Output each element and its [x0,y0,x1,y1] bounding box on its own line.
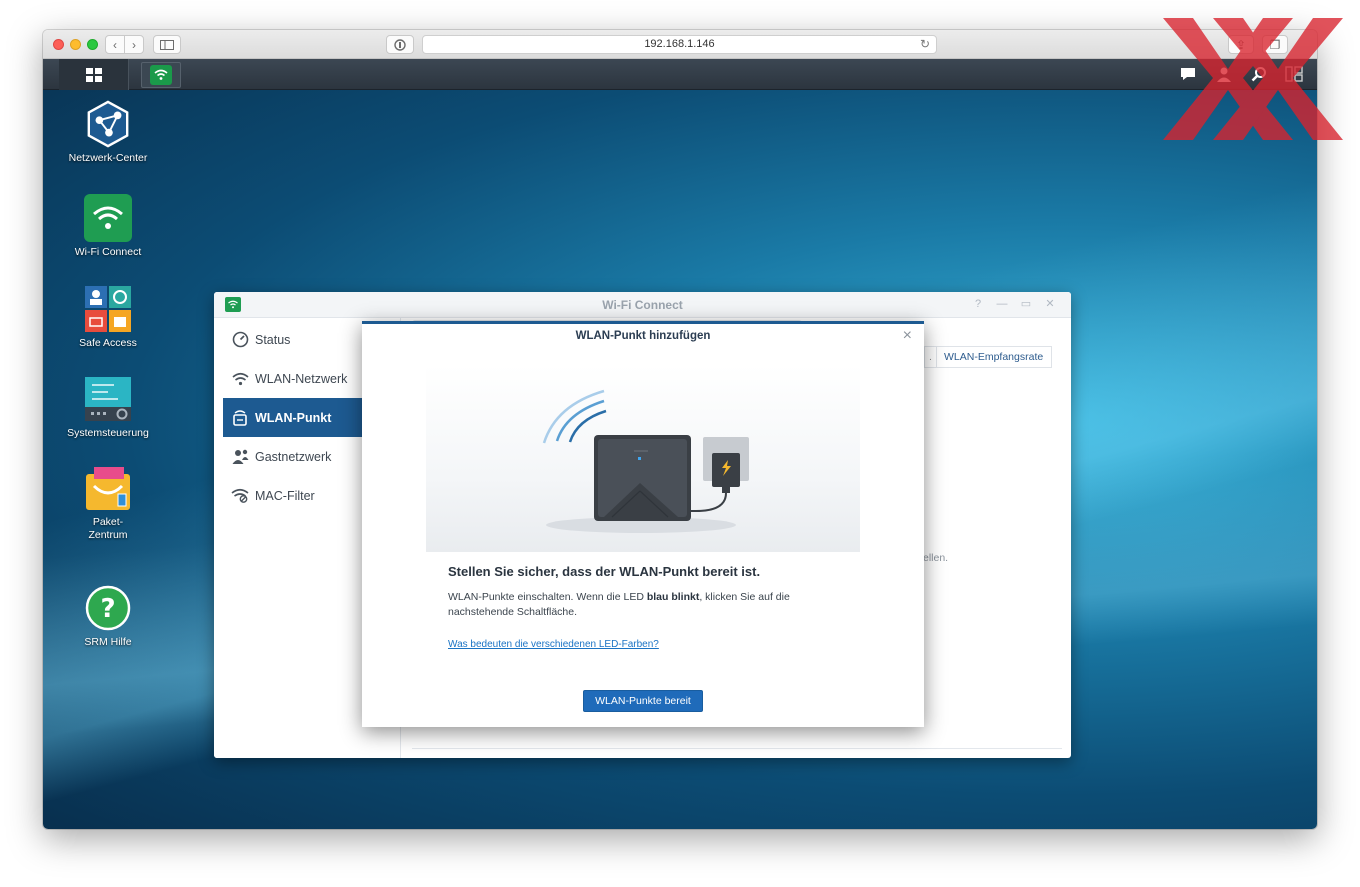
dialog-title: WLAN-Punkt hinzufügen [575,330,711,342]
table-column-header[interactable]: WLAN-Empfangsrate [937,346,1052,368]
add-access-point-dialog: WLAN-Punkt hinzufügen × Stellen Sie sich… [362,321,924,727]
access-point-illustration [426,365,860,552]
dsm-taskbar [43,59,1317,90]
chevron-left-icon: ‹ [113,37,117,52]
sidebar-icon [160,39,174,50]
reload-icon[interactable]: ↻ [920,36,930,53]
question-icon: ? [974,298,982,310]
dialog-close-button[interactable]: × [903,327,912,345]
sidebar-toggle-button[interactable] [153,35,181,54]
control-panel-icon [84,375,132,423]
help-icon: ? [84,584,132,632]
browser-window: ‹ › 192.168.1.146 ↻ ⇪ ❐ [43,30,1317,829]
dialog-heading: Stellen Sie sicher, dass der WLAN-Punkt … [448,564,761,579]
access-points-ready-button[interactable]: WLAN-Punkte bereit [583,690,703,712]
main-menu-icon [85,67,102,82]
guest-icon [231,448,249,466]
table-footer-divider [412,748,1062,749]
safe-access-icon [84,285,132,333]
mac-filter-icon [231,487,249,505]
access-point-icon [231,409,249,427]
desktop-icon-systemsteuerung[interactable]: Systemsteuerung [63,375,153,440]
url-text: 192.168.1.146 [644,38,715,50]
sidebar-item-label: WLAN-Punkt [255,410,332,425]
privacy-button[interactable] [386,35,414,54]
maximize-app-button[interactable]: ▭ [1019,297,1033,311]
svg-text:?: ? [100,594,115,624]
privacy-shield-icon [394,38,406,51]
led-colors-help-link[interactable]: Was bedeuten die verschiedenen LED-Farbe… [448,639,659,650]
desktop-icon-label: Safe Access [79,337,137,349]
network-center-icon [84,100,132,148]
maximize-window-button[interactable] [87,39,98,50]
table-column-header[interactable]: . [924,346,937,368]
back-button[interactable]: ‹ [105,35,125,54]
help-window-button[interactable]: ? [971,297,985,311]
gauge-icon [231,331,249,349]
sidebar-item-label: MAC-Filter [255,488,315,503]
desktop-icon-safe-access[interactable]: Safe Access [63,285,153,350]
package-center-icon [84,464,132,512]
minimize-app-button[interactable]: — [995,297,1009,311]
wifi-icon [231,370,249,388]
desktop-icon-wifi-connect[interactable]: Wi-Fi Connect [63,194,153,259]
body-text-emphasis: blau blinkt [646,591,700,603]
desktop-icon-netzwerk-center[interactable]: Netzwerk-Center [63,100,153,165]
desktop-icon-paket-zentrum[interactable]: Paket- Zentrum [63,464,153,542]
main-menu-button[interactable] [59,59,129,90]
body-text-part: WLAN-Punkte einschalten. Wenn die LED [448,591,647,603]
wifi-connect-icon [84,194,132,242]
empty-table-hint: ellen. [923,552,949,564]
maximize-icon: ▭ [1020,298,1032,310]
close-window-button[interactable] [53,39,64,50]
close-icon: × [902,327,912,344]
desktop-icon-srm-hilfe[interactable]: ? SRM Hilfe [63,584,153,649]
watermark-logo [1158,14,1348,144]
desktop-icon-label: SRM Hilfe [84,636,132,648]
desktop-icon-label: Systemsteuerung [67,427,149,439]
sidebar-item-label: WLAN-Netzwerk [255,371,348,386]
desktop-icon-label: Paket- Zentrum [88,516,128,541]
minimize-window-button[interactable] [70,39,81,50]
chevron-right-icon: › [132,37,136,52]
minimize-icon: — [996,298,1008,310]
taskbar-wifi-connect[interactable] [141,62,181,88]
close-app-button[interactable]: ✕ [1043,297,1057,311]
wifi-connect-taskbar-icon [150,65,172,85]
desktop-icon-label: Wi-Fi Connect [74,246,142,258]
browser-titlebar: ‹ › 192.168.1.146 ↻ ⇪ ❐ [43,30,1317,59]
dialog-body-text: WLAN-Punkte einschalten. Wenn die LED bl… [448,590,848,620]
wifi-connect-titlebar[interactable]: Wi-Fi Connect ? — ▭ ✕ [214,292,1071,318]
sidebar-item-label: Status [255,332,291,347]
sidebar-item-label: Gastnetzwerk [255,449,332,464]
close-icon: ✕ [1045,298,1055,310]
window-title: Wi-Fi Connect [602,298,683,312]
desktop: Netzwerk-Center Wi-Fi Connect Safe Acces… [43,90,1317,829]
desktop-icon-label: Netzwerk-Center [68,152,148,164]
address-bar[interactable]: 192.168.1.146 ↻ [422,35,937,54]
forward-button[interactable]: › [124,35,144,54]
